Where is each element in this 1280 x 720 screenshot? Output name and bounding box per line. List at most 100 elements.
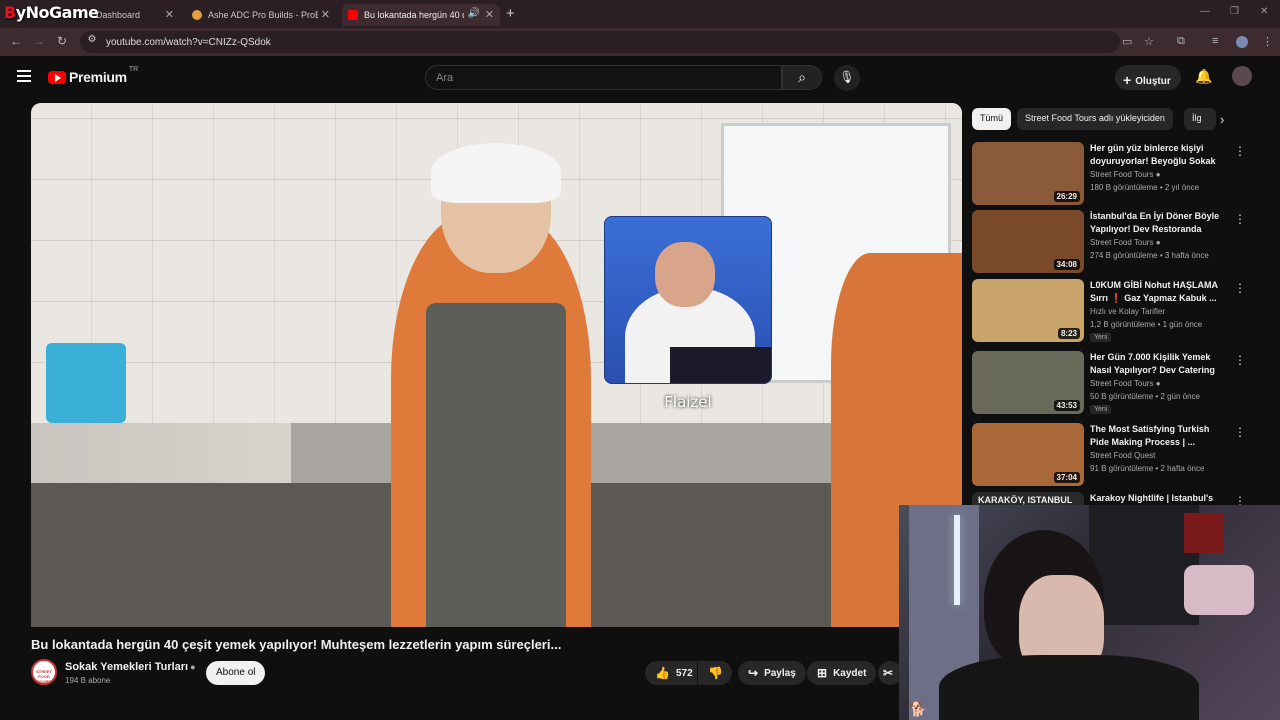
chip-uploader[interactable]: Street Food Tours adlı yükleyiciden	[1017, 108, 1173, 130]
mic-icon: 🎙	[839, 70, 855, 84]
share-label: Paylaş	[764, 667, 796, 679]
video-thumbnail[interactable]: 37:04	[972, 423, 1084, 486]
more-options-icon[interactable]: ⋮	[1234, 425, 1246, 439]
hamburger-menu-icon[interactable]	[17, 70, 31, 82]
chevron-right-icon[interactable]: ›	[1220, 112, 1224, 127]
reload-icon[interactable]: ↻	[57, 34, 67, 48]
search-input[interactable]: Ara	[425, 65, 782, 90]
kebab-menu-icon[interactable]: ⋮	[1262, 35, 1273, 48]
forward-icon[interactable]: →	[33, 34, 45, 48]
video-title: Bu lokantada hergün 40 çeşit yemek yapıl…	[31, 637, 562, 652]
extensions-icon[interactable]: ⧉	[1177, 35, 1185, 48]
inset-laptop	[670, 347, 771, 383]
youtube-premium-logo[interactable]: Premium TR	[48, 65, 139, 85]
region-code: TR	[128, 65, 139, 73]
close-icon[interactable]: ✕	[165, 8, 174, 21]
rec-meta: 50 B görüntüleme • 2 gün önce	[1090, 392, 1200, 401]
create-button[interactable]: + Oluştur	[1115, 65, 1181, 90]
account-avatar[interactable]	[1232, 66, 1252, 86]
video-thumbnail[interactable]: 43:53	[972, 351, 1084, 414]
recommendation-item[interactable]: 8:23 L0KUM GİBİ Nohut HAŞLAMA Sırrı ❗ Ga…	[972, 279, 1272, 343]
rec-meta: 274 B görüntüleme • 3 hafta önce	[1090, 251, 1209, 260]
minimize-icon[interactable]: —	[1200, 6, 1210, 17]
channel-name-text: Sokak Yemekleri Turları	[65, 661, 189, 673]
more-options-icon[interactable]: ⋮	[1234, 212, 1246, 226]
site-info-icon[interactable]: ⚙	[84, 34, 100, 50]
save-label: Kaydet	[833, 667, 867, 679]
subscriber-count: 194 B abone	[65, 676, 111, 685]
share-button[interactable]: ↪ Paylaş	[738, 661, 806, 685]
youtube-header: Premium TR Ara ⌕ 🎙 + Oluştur 🔔	[0, 56, 1280, 100]
url-text: youtube.com/watch?v=CNIZz-QSdok	[106, 36, 271, 48]
close-icon[interactable]: ✕	[321, 8, 330, 21]
search-icon: ⌕	[798, 69, 806, 85]
thumbnail-overlay-text: KARAKÖY, ISTANBUL	[978, 495, 1073, 505]
duration-badge: 37:04	[1053, 472, 1080, 483]
verified-icon: ●	[1155, 170, 1161, 179]
more-options-icon[interactable]: ⋮	[1234, 281, 1246, 295]
speaker-icon[interactable]: 🔊	[468, 8, 480, 19]
more-options-icon[interactable]: ⋮	[1234, 353, 1246, 367]
voice-search-button[interactable]: 🎙	[834, 65, 860, 91]
close-icon[interactable]: ✕	[485, 8, 494, 21]
cast-icon[interactable]: ▭	[1122, 35, 1132, 48]
tab-label: Bu lokantada hergün 40 çeş	[364, 10, 464, 20]
webcam-pillow	[1184, 565, 1254, 615]
video-thumbnail[interactable]: 8:23	[972, 279, 1084, 342]
back-icon[interactable]: ←	[10, 34, 22, 48]
rec-title: The Most Satisfying Turkish Pide Making …	[1090, 424, 1210, 447]
rec-title: L0KUM GİBİ Nohut HAŞLAMA Sırrı ❗ Gaz Yap…	[1090, 280, 1218, 303]
youtube-favicon-icon	[348, 10, 358, 20]
rec-meta: 91 B görüntüleme • 2 hafta önce	[1090, 464, 1205, 473]
duration-badge: 8:23	[1057, 328, 1080, 339]
tab-label: Ashe ADC Pro Builds - ProBuilds	[208, 10, 318, 20]
recommendation-item[interactable]: 34:08 İstanbul'da En İyi Döner Böyle Yap…	[972, 210, 1272, 274]
tab-dashboard[interactable]: Dashboard ✕	[90, 4, 180, 26]
verified-icon: ●	[1155, 379, 1161, 388]
plus-icon: +	[1123, 72, 1132, 88]
stream-watermark: ByNoGame	[4, 3, 99, 22]
tab-probuilds[interactable]: Ashe ADC Pro Builds - ProBuilds ✕	[186, 4, 336, 26]
overlay-inset-name: Flaizel	[664, 393, 712, 411]
rec-channel: Street Food Tours ●	[1090, 238, 1161, 247]
bookmark-star-icon[interactable]: ☆	[1144, 35, 1154, 48]
maximize-icon[interactable]: ❐	[1230, 6, 1239, 17]
search-button[interactable]: ⌕	[782, 65, 822, 90]
video-player[interactable]	[31, 103, 962, 627]
recommendation-item[interactable]: 37:04 The Most Satisfying Turkish Pide M…	[972, 423, 1272, 487]
inset-person-head	[655, 242, 715, 307]
channel-name[interactable]: Sokak Yemekleri Turları ●	[65, 661, 196, 673]
more-options-icon[interactable]: ⋮	[1234, 144, 1246, 158]
share-icon: ↪	[748, 666, 759, 680]
video-frame-apron	[426, 303, 566, 627]
like-count: 572	[675, 667, 693, 679]
recommendation-item[interactable]: 26:29 Her gün yüz binlerce kişiyi doyuru…	[972, 142, 1272, 206]
tab-youtube-active[interactable]: Bu lokantada hergün 40 çeş 🔊 ✕	[342, 4, 500, 26]
rec-channel: Street Food Tours ●	[1090, 379, 1161, 388]
notifications-bell-icon[interactable]: 🔔	[1195, 68, 1212, 85]
new-tab-icon[interactable]: +	[506, 5, 515, 22]
media-control-icon[interactable]: ≡	[1212, 35, 1218, 47]
duration-badge: 43:53	[1053, 400, 1080, 411]
save-button[interactable]: ⊞ Kaydet	[807, 661, 877, 685]
chip-related[interactable]: İlg	[1184, 108, 1216, 130]
omnibox[interactable]: ⚙ youtube.com/watch?v=CNIZz-QSdok	[80, 31, 1120, 53]
video-thumbnail[interactable]: 26:29	[972, 142, 1084, 205]
video-frame-hairnet	[431, 143, 561, 203]
duration-badge: 34:08	[1053, 259, 1080, 270]
rec-title: Her Gün 7.000 Kişilik Yemek Nasıl Yapılı…	[1090, 352, 1215, 375]
dislike-button[interactable]: 👎	[698, 661, 732, 685]
webcam-neon-light	[954, 515, 960, 605]
profile-avatar[interactable]	[1236, 36, 1248, 48]
window-close-icon[interactable]: ✕	[1260, 6, 1268, 17]
create-label: Oluştur	[1135, 76, 1171, 87]
like-button[interactable]: 👍 572	[645, 661, 697, 685]
recommendation-item[interactable]: 43:53 Her Gün 7.000 Kişilik Yemek Nasıl …	[972, 351, 1272, 415]
new-badge: Yeni	[1090, 405, 1112, 414]
rec-meta: 180 B görüntüleme • 2 yıl önce	[1090, 183, 1200, 192]
subscribe-button[interactable]: Abone ol	[206, 661, 266, 685]
chip-all[interactable]: Tümü	[972, 108, 1012, 130]
video-thumbnail[interactable]: 34:08	[972, 210, 1084, 273]
channel-avatar[interactable]: STREET FOOD TOURS	[31, 659, 57, 685]
webcam-poster	[1184, 513, 1224, 553]
